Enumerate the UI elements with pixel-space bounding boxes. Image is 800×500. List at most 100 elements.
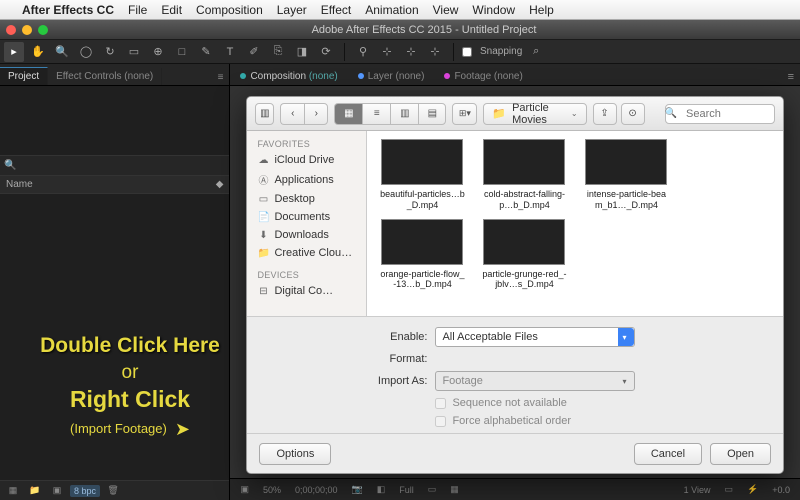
world-axis-icon[interactable]: ⊹: [401, 42, 421, 62]
interpret-footage-icon[interactable]: ▦: [4, 483, 22, 499]
sidebar-item-creative-cloud[interactable]: 📁Creative Clou…: [247, 244, 366, 262]
tab-layer[interactable]: Layer (none): [348, 68, 435, 85]
zoom-level[interactable]: 50%: [259, 485, 285, 495]
menu-view[interactable]: View: [433, 3, 459, 17]
menu-layer[interactable]: Layer: [277, 3, 307, 17]
dialog-search-input[interactable]: [665, 104, 775, 124]
view-layout-select[interactable]: 1 View: [680, 485, 715, 495]
roto-tool[interactable]: ⟳: [316, 42, 336, 62]
file-item[interactable]: beautiful-particles…b_D.mp4: [379, 139, 465, 211]
icon-view-button[interactable]: ▦: [334, 103, 362, 125]
project-search-input[interactable]: [20, 160, 225, 171]
color-depth-button[interactable]: 8 bpc: [70, 485, 100, 497]
menu-edit[interactable]: Edit: [161, 3, 182, 17]
snapping-checkbox[interactable]: [462, 47, 472, 57]
view-axis-icon[interactable]: ⊹: [425, 42, 445, 62]
apps-icon: Ⓐ: [257, 172, 269, 187]
share-button[interactable]: ⇪: [593, 103, 617, 125]
local-axis-icon[interactable]: ⊹: [377, 42, 397, 62]
hand-tool[interactable]: ✋: [28, 42, 48, 62]
file-item[interactable]: orange-particle-flow_-13…b_D.mp4: [379, 219, 465, 291]
file-name: cold-abstract-falling-p…b_D.mp4: [481, 189, 567, 211]
tab-project[interactable]: Project: [0, 67, 48, 85]
menu-composition[interactable]: Composition: [196, 3, 263, 17]
column-view-button[interactable]: ▥: [390, 103, 418, 125]
pan-behind-tool[interactable]: ⊕: [148, 42, 168, 62]
tab-effect-controls[interactable]: Effect Controls (none): [48, 68, 162, 85]
column-label-icon[interactable]: ◆: [216, 179, 224, 190]
close-window-button[interactable]: [6, 25, 16, 35]
new-folder-icon[interactable]: 📁: [26, 483, 44, 499]
orbit-tool[interactable]: ◯: [76, 42, 96, 62]
coverflow-view-button[interactable]: ▤: [418, 103, 446, 125]
new-comp-icon[interactable]: ▣: [48, 483, 66, 499]
sidebar-item-applications[interactable]: ⒶApplications: [247, 169, 366, 190]
always-preview-icon[interactable]: ▣: [236, 484, 253, 495]
minimize-window-button[interactable]: [22, 25, 32, 35]
arrow-icon: ➤: [175, 419, 190, 439]
options-button[interactable]: Options: [259, 443, 331, 465]
arrange-button[interactable]: ⊞▾: [452, 103, 477, 125]
sidebar-item-documents[interactable]: 📄Documents: [247, 208, 366, 226]
open-button[interactable]: Open: [710, 443, 771, 465]
puppet-tool[interactable]: ⚲: [353, 42, 373, 62]
eraser-tool[interactable]: ◨: [292, 42, 312, 62]
delete-icon[interactable]: 🗑: [104, 483, 122, 499]
sidebar-item-device[interactable]: ⊟Digital Co…: [247, 282, 366, 300]
tab-composition[interactable]: Composition (none): [230, 68, 347, 85]
menu-file[interactable]: File: [128, 3, 147, 17]
enable-select[interactable]: All Acceptable Files▾: [435, 327, 635, 347]
snapshot-icon[interactable]: 📷: [348, 484, 367, 495]
camera-tool[interactable]: ▭: [124, 42, 144, 62]
menu-window[interactable]: Window: [472, 3, 515, 17]
roi-icon[interactable]: ▭: [424, 484, 441, 495]
shape-tool[interactable]: □: [172, 42, 192, 62]
macos-menu-bar: After Effects CC File Edit Composition L…: [0, 0, 800, 20]
channel-icon[interactable]: ◧: [373, 484, 390, 495]
list-view-button[interactable]: ≡: [362, 103, 390, 125]
menu-help[interactable]: Help: [529, 3, 554, 17]
selection-tool[interactable]: ▸: [4, 42, 24, 62]
exposure-value[interactable]: +0.0: [768, 485, 794, 495]
fast-previews-icon[interactable]: ⚡: [743, 484, 762, 495]
snapping-label: Snapping: [480, 46, 522, 57]
toggle-sidebar-button[interactable]: ▥: [255, 103, 274, 125]
file-thumbnail: [483, 139, 565, 185]
rotate-tool[interactable]: ↻: [100, 42, 120, 62]
snapping-options-icon[interactable]: ⌕: [526, 42, 546, 62]
import-as-select[interactable]: Footage▾: [435, 371, 635, 391]
sidebar-item-desktop[interactable]: ▭Desktop: [247, 190, 366, 208]
transparency-grid-icon[interactable]: ▦: [446, 484, 463, 495]
maximize-window-button[interactable]: [38, 25, 48, 35]
dialog-sidebar: Favorites ☁iCloud Drive ⒶApplications ▭D…: [247, 131, 367, 316]
menu-animation[interactable]: Animation: [365, 3, 418, 17]
project-item-list[interactable]: Double Click Here or Right Click (Import…: [0, 194, 229, 480]
pixel-aspect-icon[interactable]: ▭: [720, 484, 737, 495]
back-button[interactable]: ‹: [280, 103, 304, 125]
menu-effect[interactable]: Effect: [321, 3, 351, 17]
tags-button[interactable]: ⊙: [621, 103, 645, 125]
sidebar-item-icloud[interactable]: ☁iCloud Drive: [247, 151, 366, 169]
column-name[interactable]: Name: [6, 179, 33, 190]
viewer-panel-menu-icon[interactable]: ≡: [782, 69, 800, 85]
sidebar-item-downloads[interactable]: ⬇Downloads: [247, 226, 366, 244]
zoom-tool[interactable]: 🔍: [52, 42, 72, 62]
brush-tool[interactable]: ✐: [244, 42, 264, 62]
resolution-select[interactable]: Full: [395, 485, 418, 495]
panel-menu-icon[interactable]: ≡: [212, 70, 230, 85]
path-popup[interactable]: 📁 Particle Movies ⌄: [483, 103, 586, 125]
file-browser-area[interactable]: beautiful-particles…b_D.mp4 cold-abstrac…: [367, 131, 783, 316]
sidebar-head-devices: Devices: [247, 268, 366, 282]
clone-tool[interactable]: ⎘: [268, 42, 288, 62]
tab-footage[interactable]: Footage (none): [434, 68, 532, 85]
forward-button[interactable]: ›: [304, 103, 328, 125]
pen-tool[interactable]: ✎: [196, 42, 216, 62]
file-item[interactable]: cold-abstract-falling-p…b_D.mp4: [481, 139, 567, 211]
cancel-button[interactable]: Cancel: [634, 443, 702, 465]
app-name[interactable]: After Effects CC: [22, 3, 114, 17]
file-item[interactable]: intense-particle-beam_b1…_D.mp4: [583, 139, 669, 211]
folder-icon: 📁: [492, 107, 506, 120]
file-item[interactable]: particle-grunge-red_-jblv…s_D.mp4: [481, 219, 567, 291]
type-tool[interactable]: T: [220, 42, 240, 62]
timecode-display[interactable]: 0;00;00;00: [291, 485, 342, 495]
